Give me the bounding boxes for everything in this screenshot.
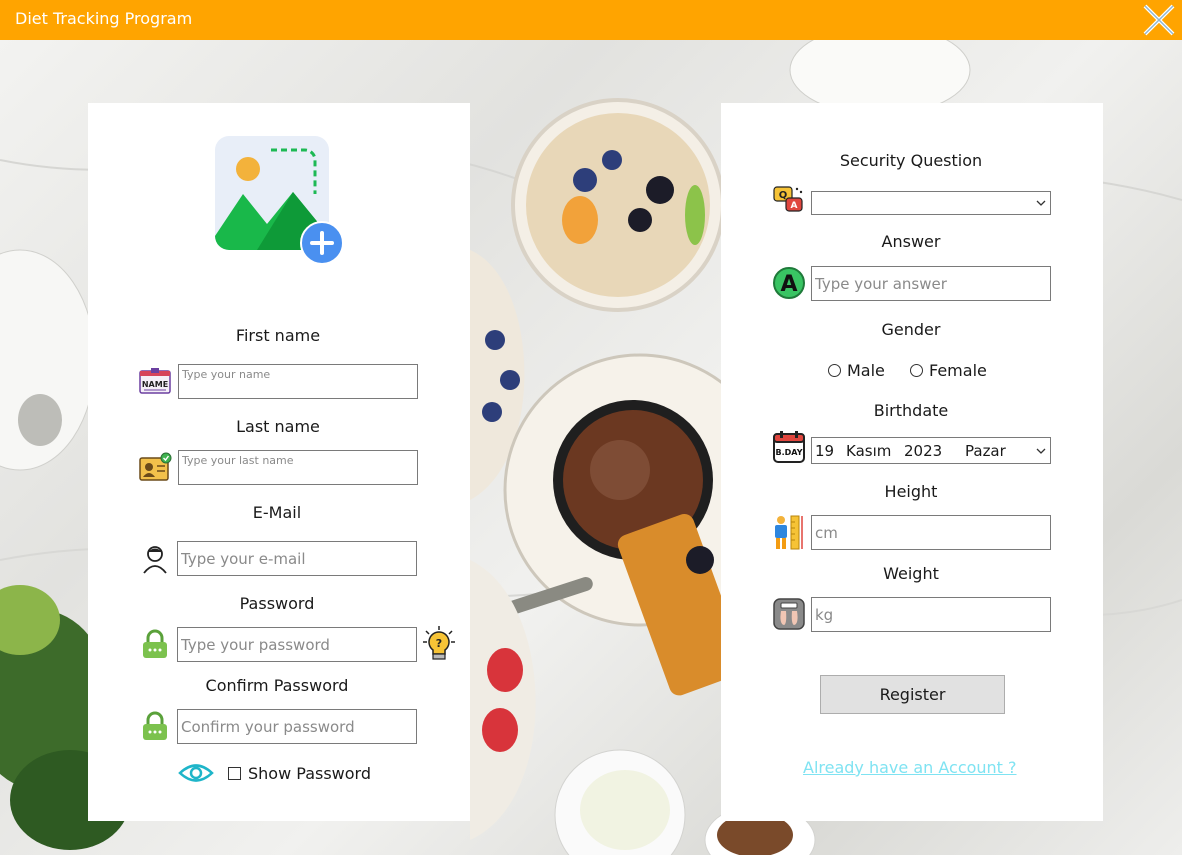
- title-bar: Diet Tracking Program: [0, 0, 1182, 40]
- lightbulb-question-icon[interactable]: ?: [422, 625, 456, 663]
- radio-circle[interactable]: [828, 364, 841, 377]
- confirm-password-label: Confirm Password: [205, 676, 349, 695]
- gender-female-radio[interactable]: Female: [910, 361, 987, 380]
- question-bubbles-icon: Q A: [773, 186, 803, 212]
- email-label: E-Mail: [252, 503, 302, 522]
- weight-input[interactable]: [812, 598, 1050, 631]
- confirm-password-input[interactable]: [178, 710, 416, 743]
- svg-text:A: A: [791, 201, 798, 211]
- register-button[interactable]: Register: [820, 675, 1005, 714]
- svg-text:?: ?: [436, 637, 442, 650]
- close-x-icon[interactable]: [1139, 0, 1179, 40]
- height-input[interactable]: [812, 516, 1050, 549]
- birthdate-day[interactable]: 19: [815, 442, 834, 460]
- email-field[interactable]: [177, 541, 417, 576]
- last-name-label: Last name: [236, 417, 320, 436]
- password-field[interactable]: [177, 627, 417, 662]
- answer-input[interactable]: [812, 267, 1050, 300]
- weight-field[interactable]: [811, 597, 1051, 632]
- lock-icon: [143, 629, 167, 658]
- svg-text:A: A: [780, 272, 797, 297]
- last-name-input[interactable]: [179, 451, 417, 469]
- gender-male-radio[interactable]: Male: [828, 361, 885, 380]
- gender-male-label: Male: [847, 361, 885, 380]
- security-question-select[interactable]: [811, 191, 1051, 215]
- svg-text:B.DAY: B.DAY: [776, 448, 803, 457]
- show-password-label: Show Password: [248, 764, 371, 783]
- scale-icon: [773, 598, 805, 630]
- birthday-calendar-icon: B.DAY: [773, 431, 805, 463]
- name-tag-icon: NAME: [139, 368, 171, 394]
- window-title: Diet Tracking Program: [15, 9, 193, 28]
- first-name-field[interactable]: [178, 364, 418, 399]
- radio-circle[interactable]: [910, 364, 923, 377]
- letter-a-icon: A: [773, 267, 805, 299]
- weight-label: Weight: [883, 564, 939, 583]
- svg-text:NAME: NAME: [142, 380, 168, 389]
- confirm-password-field[interactable]: [177, 709, 417, 744]
- first-name-input[interactable]: [179, 365, 417, 383]
- chevron-down-icon[interactable]: [1036, 446, 1046, 456]
- birthdate-picker[interactable]: 19 Kasım 2023 Pazar: [811, 437, 1051, 464]
- show-password-checkbox[interactable]: Show Password: [228, 764, 371, 783]
- answer-field[interactable]: [811, 266, 1051, 301]
- height-field[interactable]: [811, 515, 1051, 550]
- birthdate-year[interactable]: 2023: [904, 442, 942, 460]
- security-question-label: Security Question: [839, 151, 983, 170]
- chevron-down-icon[interactable]: [1036, 198, 1046, 208]
- already-have-account-link[interactable]: Already have an Account ?: [803, 758, 1017, 777]
- birthdate-weekday[interactable]: Pazar: [965, 442, 1006, 460]
- gender-label: Gender: [881, 320, 941, 339]
- add-image-icon[interactable]: [215, 136, 345, 266]
- birthdate-label: Birthdate: [873, 401, 949, 420]
- answer-label: Answer: [881, 232, 941, 251]
- birthdate-month[interactable]: Kasım: [846, 442, 891, 460]
- password-label: Password: [239, 594, 315, 613]
- lock-icon: [143, 711, 167, 740]
- user-icon: [143, 546, 167, 574]
- height-label: Height: [884, 482, 938, 501]
- password-input[interactable]: [178, 628, 416, 661]
- eye-icon[interactable]: [178, 760, 214, 786]
- height-measure-icon: [775, 515, 803, 550]
- checkbox-box[interactable]: [228, 767, 241, 780]
- email-input[interactable]: [178, 542, 416, 575]
- id-card-icon: [139, 452, 172, 481]
- last-name-field[interactable]: [178, 450, 418, 485]
- gender-female-label: Female: [929, 361, 987, 380]
- first-name-label: First name: [235, 326, 321, 345]
